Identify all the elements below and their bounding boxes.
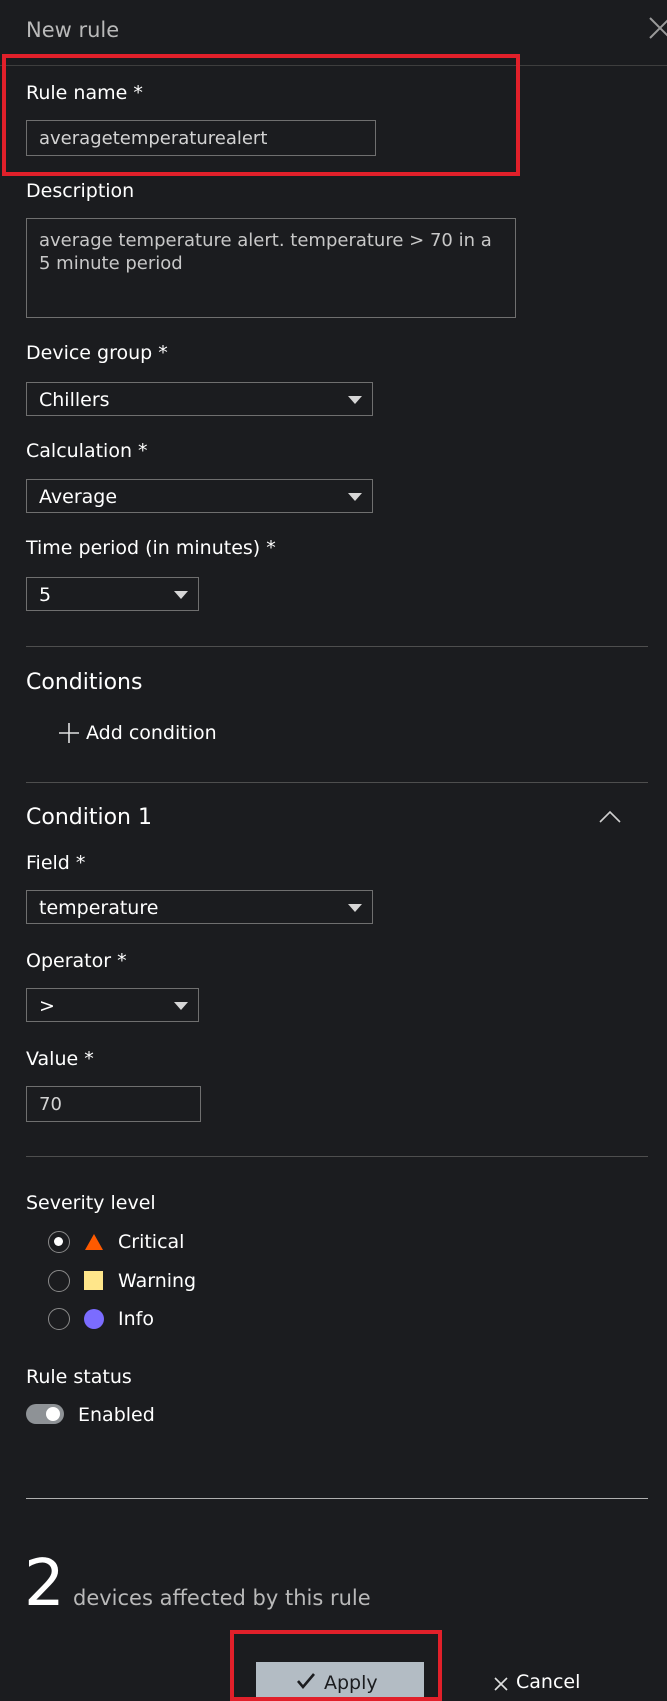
cancel-label: Cancel [516,1671,581,1693]
field-select[interactable]: temperature [26,890,373,924]
toggle-knob [46,1407,60,1421]
divider [26,782,648,783]
chevron-down-icon [174,591,188,599]
description-label: Description [26,180,135,202]
time-period-select[interactable]: 5 [26,577,199,611]
chevron-up-icon[interactable] [598,808,622,826]
apply-label: Apply [324,1672,378,1694]
operator-select[interactable]: > [26,988,199,1022]
description-textarea[interactable]: average temperature alert. temperature >… [26,218,516,318]
description-text: average temperature alert. temperature >… [39,230,492,274]
affected-devices-count: 2 [24,1547,65,1621]
field-value: temperature [39,897,159,919]
divider [26,646,648,647]
conditions-title: Conditions [26,670,143,695]
rule-name-label: Rule name * [26,82,143,104]
field-label: Field * [26,852,86,874]
critical-triangle-icon [84,1233,104,1251]
condition-title: Condition 1 [26,805,152,830]
calculation-value: Average [39,486,118,508]
affected-devices-text: devices affected by this rule [73,1586,371,1610]
severity-critical-label: Critical [118,1231,185,1253]
divider [26,1498,648,1499]
value-label: Value * [26,1048,94,1070]
operator-value: > [39,995,55,1017]
device-group-label: Device group * [26,342,168,364]
calculation-label: Calculation * [26,440,148,462]
plus-icon [58,722,80,744]
header-divider [0,65,667,66]
rule-status-value: Enabled [78,1404,155,1426]
time-period-value: 5 [39,584,52,606]
apply-button[interactable]: Apply [256,1662,424,1701]
warning-square-icon [84,1271,103,1290]
rule-status-label: Rule status [26,1366,132,1388]
value-input[interactable] [26,1086,201,1122]
operator-label: Operator * [26,950,127,972]
severity-critical-radio[interactable] [48,1231,70,1253]
severity-warning-label: Warning [118,1270,197,1292]
device-group-select[interactable]: Chillers [26,382,373,416]
close-icon[interactable] [648,16,667,40]
new-rule-panel: New rule Rule name * Description average… [0,0,667,1701]
info-circle-icon [84,1309,104,1329]
radio-selected-dot [54,1237,63,1246]
rule-name-input[interactable] [26,120,376,156]
add-condition-label: Add condition [86,722,217,744]
severity-warning-radio[interactable] [48,1270,70,1292]
severity-info-radio[interactable] [48,1308,70,1330]
severity-label: Severity level [26,1192,156,1214]
rule-status-toggle[interactable] [26,1404,64,1424]
rule-name-highlight [2,54,520,176]
severity-info-label: Info [118,1308,154,1330]
time-period-label: Time period (in minutes) * [26,537,276,559]
chevron-down-icon [348,396,362,404]
divider [26,1156,648,1157]
chevron-down-icon [174,1002,188,1010]
checkmark-icon [296,1672,316,1690]
device-group-value: Chillers [39,389,110,411]
close-icon [494,1676,508,1691]
chevron-down-icon [348,904,362,912]
panel-title: New rule [26,18,120,42]
calculation-select[interactable]: Average [26,479,373,513]
chevron-down-icon [348,493,362,501]
